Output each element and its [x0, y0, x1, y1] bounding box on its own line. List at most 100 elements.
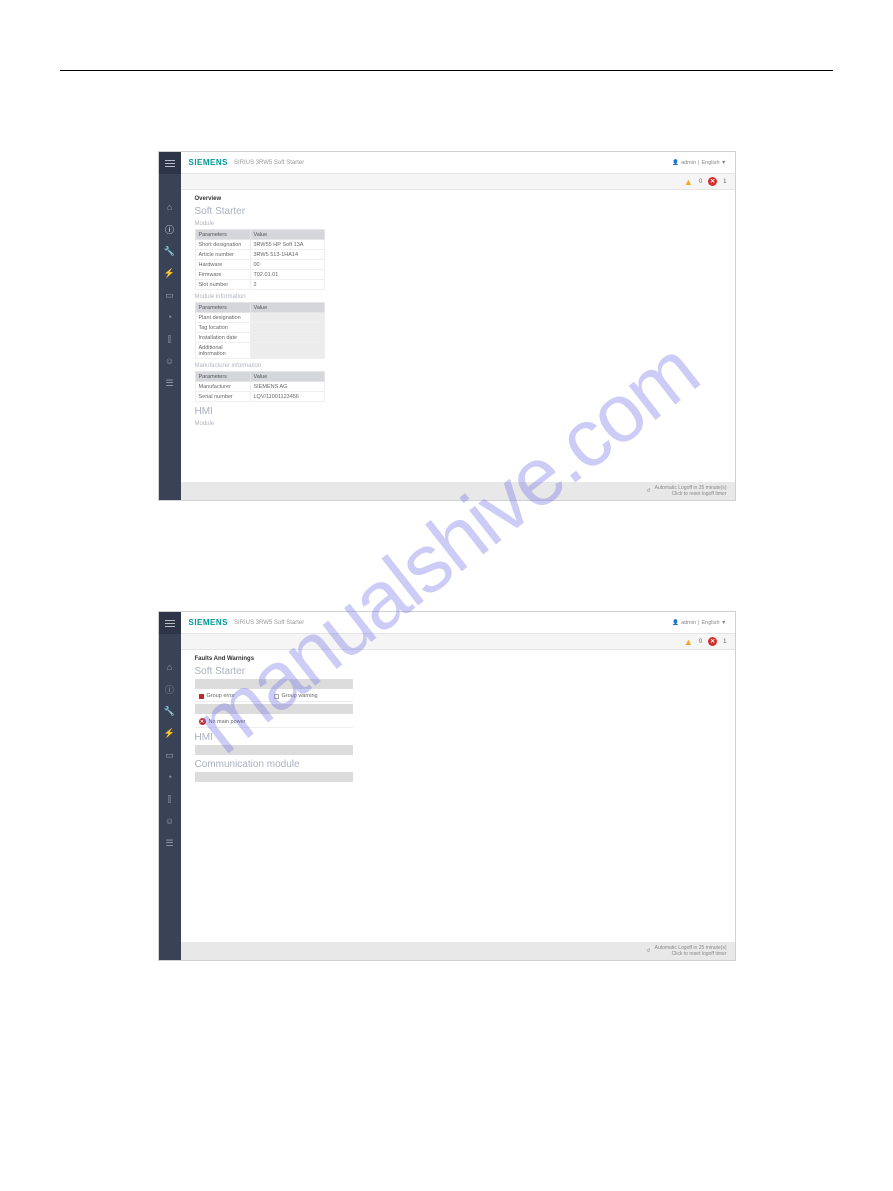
person-icon[interactable]: ☺ [165, 816, 175, 826]
warning-icon[interactable]: ▲ [684, 637, 693, 647]
history-icon: ↺ [646, 948, 650, 954]
table-row: ManufacturerSIEMENS AG [195, 382, 324, 392]
sidebar: ⌂ ⓘ 🔧 ⚡ ▭ ◔ ⫿ ☺ ☰ [159, 612, 181, 960]
brand-logo: SIEMENS [189, 618, 229, 627]
module-table: Parameters Value Short designation3RW55 … [195, 229, 325, 290]
table-row: Serial numberLQV/11001123456 [195, 392, 324, 402]
sidebar: ⌂ ⓘ 🔧 ⚡ ▭ ◔ ⫿ ☺ ☰ [159, 152, 181, 500]
fault-block-hmi [195, 745, 353, 755]
main-area: SIEMENS SIRIUS 3RW5 Soft Starter 👤 admin… [181, 612, 735, 960]
user-icon: 👤 [672, 160, 679, 166]
language-dropdown[interactable]: English ▼ [701, 620, 726, 626]
clipboard-icon[interactable]: ▭ [165, 750, 175, 760]
section-comm-module: Communication module [195, 759, 721, 770]
user-area[interactable]: 👤 admin | English ▼ [672, 620, 726, 626]
user-name: admin [681, 160, 696, 166]
user-icon: 👤 [672, 620, 679, 626]
brand-subtitle: SIRIUS 3RW5 Soft Starter [234, 620, 304, 626]
table-row: Short designation3RW55 HP Soft 13A [195, 240, 324, 250]
sliders-icon[interactable]: ☰ [165, 378, 175, 388]
error-icon[interactable]: ✕ [708, 177, 717, 186]
fault-block-comm [195, 772, 353, 782]
user-area[interactable]: 👤 admin | English ▼ [672, 160, 726, 166]
group-warning-label: Group warning [282, 693, 318, 699]
error-icon[interactable]: ✕ [708, 637, 717, 646]
col-value: Value [250, 372, 324, 382]
sliders-icon[interactable]: ☰ [165, 838, 175, 848]
manufacturer-table: Parameters Value ManufacturerSIEMENS AG … [195, 371, 325, 402]
plug-icon[interactable]: ⚡ [165, 268, 175, 278]
alert-bar: ▲ 0 ✕ 1 [181, 174, 735, 190]
person-icon[interactable]: ☺ [165, 356, 175, 366]
fault-sub-header [195, 704, 353, 714]
col-parameters: Parameters [195, 372, 250, 382]
history-icon: ↺ [646, 488, 650, 494]
user-name: admin [681, 620, 696, 626]
footer-bar[interactable]: ↺ Automatic Logoff in 25 minute(s) Click… [181, 942, 735, 960]
gauge-icon[interactable]: ◔ [165, 312, 175, 322]
chart-icon[interactable]: ⫿ [165, 794, 175, 804]
brand-logo: SIEMENS [189, 158, 229, 167]
table-row: Additional information [195, 343, 324, 359]
col-value: Value [250, 230, 324, 240]
table-row: Article number3RW5 513-1HA14 [195, 250, 324, 260]
table-row: Plant designation [195, 313, 324, 323]
module-info-table: Parameters Value Plant designation Tag l… [195, 302, 325, 359]
language-dropdown[interactable]: English ▼ [701, 160, 726, 166]
hamburger-icon[interactable] [159, 152, 181, 174]
gauge-icon[interactable]: ◔ [165, 772, 175, 782]
table-row: Installation date [195, 333, 324, 343]
warning-count: 0 [699, 179, 702, 185]
group-error-icon [199, 694, 204, 699]
main-area: SIEMENS SIRIUS 3RW5 Soft Starter 👤 admin… [181, 152, 735, 500]
fault-item-row: ✕ No main power [195, 716, 353, 728]
screenshot-faults: ⌂ ⓘ 🔧 ⚡ ▭ ◔ ⫿ ☺ ☰ SIEMENS SIRIUS 3RW5 So… [158, 611, 736, 961]
screenshot-overview: ⌂ ⓘ 🔧 ⚡ ▭ ◔ ⫿ ☺ ☰ SIEMENS SIRIUS 3RW5 So… [158, 151, 736, 501]
group-warning-icon [274, 694, 279, 699]
section-hmi: HMI [195, 406, 721, 417]
wrench-icon[interactable]: 🔧 [165, 246, 175, 256]
fault-item-label: No main power [209, 719, 246, 725]
table-row: Tag location [195, 323, 324, 333]
fault-header-row [195, 679, 353, 689]
info-icon[interactable]: ⓘ [165, 224, 175, 234]
alert-bar: ▲ 0 ✕ 1 [181, 634, 735, 650]
topbar: SIEMENS SIRIUS 3RW5 Soft Starter 👤 admin… [181, 612, 735, 634]
footer-bar[interactable]: ↺ Automatic Logoff in 25 minute(s) Click… [181, 482, 735, 500]
hamburger-icon[interactable] [159, 612, 181, 634]
footer-line2: Click to reset logoff timer [655, 491, 727, 497]
warning-count: 0 [699, 639, 702, 645]
section-soft-starter: Soft Starter [195, 666, 721, 677]
plug-icon[interactable]: ⚡ [165, 728, 175, 738]
home-icon[interactable]: ⌂ [165, 662, 175, 672]
info-icon[interactable]: ⓘ [165, 684, 175, 694]
breadcrumb: Overview [195, 196, 721, 202]
subsection-hmi-module: Module [195, 421, 721, 427]
warning-icon[interactable]: ▲ [684, 177, 693, 187]
section-soft-starter: Soft Starter [195, 206, 721, 217]
document-page: manualshive.com ⌂ ⓘ 🔧 ⚡ ▭ ◔ ⫿ ☺ ☰ SIEMEN… [0, 0, 893, 1111]
home-icon[interactable]: ⌂ [165, 202, 175, 212]
col-parameters: Parameters [195, 303, 250, 313]
error-count: 1 [723, 639, 726, 645]
horizontal-rule [60, 70, 833, 71]
chart-icon[interactable]: ⫿ [165, 334, 175, 344]
subsection-manufacturer: Manufacturer information [195, 363, 721, 369]
fault-header-row [195, 745, 353, 755]
content-area: Overview Soft Starter Module Parameters … [181, 190, 735, 482]
wrench-icon[interactable]: 🔧 [165, 706, 175, 716]
error-count: 1 [723, 179, 726, 185]
content-area: Faults And Warnings Soft Starter Group e… [181, 650, 735, 942]
clipboard-icon[interactable]: ▭ [165, 290, 175, 300]
fault-header-row [195, 772, 353, 782]
subsection-module-info: Module information [195, 294, 721, 300]
group-status-row: Group error Group warning [195, 691, 353, 702]
col-parameters: Parameters [195, 230, 250, 240]
table-row: Slot number2 [195, 280, 324, 290]
breadcrumb: Faults And Warnings [195, 656, 721, 662]
section-hmi: HMI [195, 732, 721, 743]
fault-block-softstarter: Group error Group warning ✕ No main powe… [195, 679, 353, 728]
footer-line2: Click to reset logoff timer [655, 951, 727, 957]
col-value: Value [250, 303, 324, 313]
subsection-module: Module [195, 221, 721, 227]
